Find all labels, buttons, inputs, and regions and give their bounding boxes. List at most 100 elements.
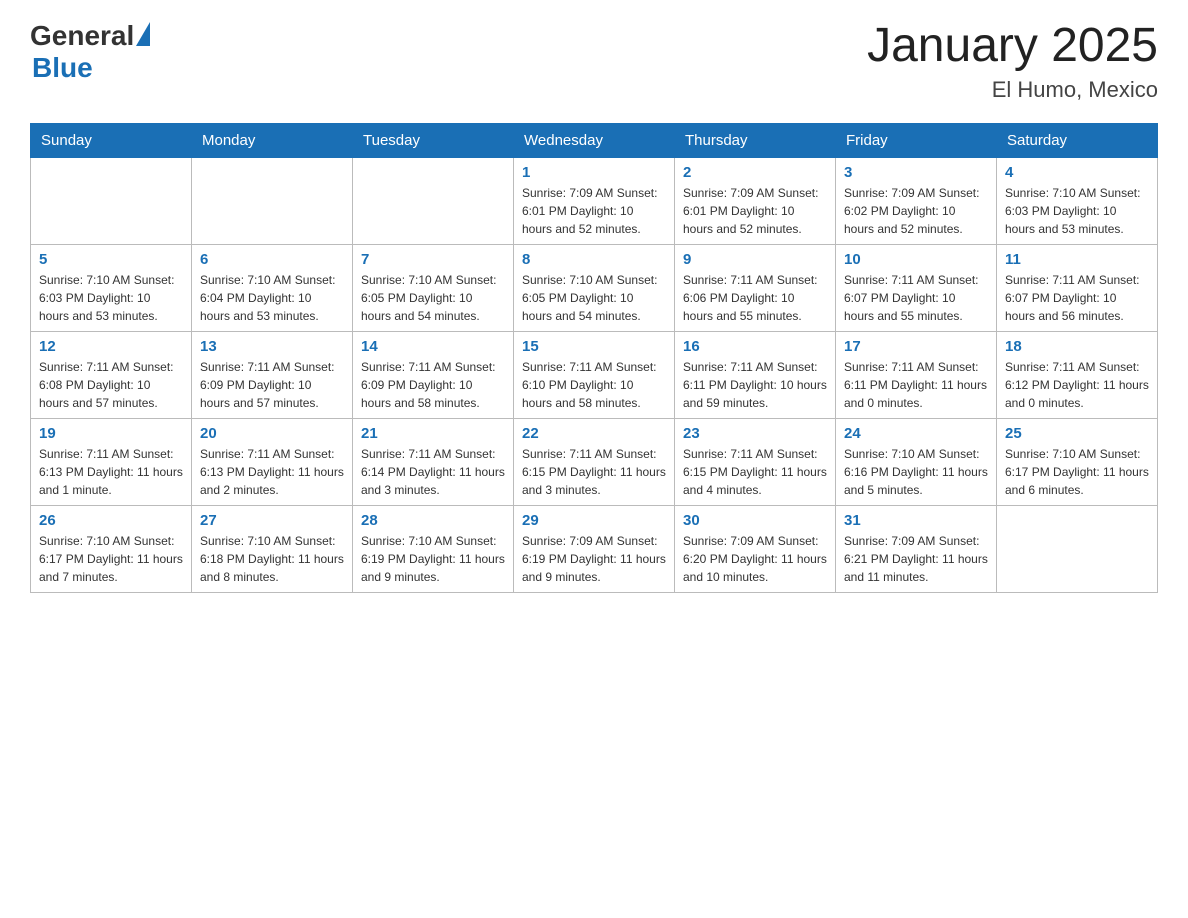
day-info: Sunrise: 7:09 AM Sunset: 6:21 PM Dayligh… — [844, 532, 988, 586]
calendar-week-row: 5 Sunrise: 7:10 AM Sunset: 6:03 PM Daylig… — [31, 244, 1158, 331]
page-header: General Blue January 2025 El Humo, Mexic… — [30, 20, 1158, 103]
calendar-table: SundayMondayTuesdayWednesdayThursdayFrid… — [30, 123, 1158, 593]
day-number: 24 — [844, 425, 988, 442]
day-number: 7 — [361, 251, 505, 268]
calendar-cell: 9 Sunrise: 7:11 AM Sunset: 6:06 PM Daylig… — [675, 244, 836, 331]
weekday-header-thursday: Thursday — [675, 123, 836, 157]
day-info: Sunrise: 7:11 AM Sunset: 6:09 PM Dayligh… — [361, 358, 505, 412]
calendar-week-row: 19 Sunrise: 7:11 AM Sunset: 6:13 PM Dayli… — [31, 418, 1158, 505]
calendar-cell: 13 Sunrise: 7:11 AM Sunset: 6:09 PM Dayli… — [192, 331, 353, 418]
calendar-subtitle: El Humo, Mexico — [867, 77, 1158, 103]
day-info: Sunrise: 7:10 AM Sunset: 6:03 PM Dayligh… — [39, 271, 183, 325]
calendar-cell: 3 Sunrise: 7:09 AM Sunset: 6:02 PM Daylig… — [836, 157, 997, 244]
day-number: 18 — [1005, 338, 1149, 355]
day-number: 5 — [39, 251, 183, 268]
day-info: Sunrise: 7:11 AM Sunset: 6:10 PM Dayligh… — [522, 358, 666, 412]
logo-triangle-icon — [136, 22, 150, 46]
calendar-cell — [192, 157, 353, 244]
day-info: Sunrise: 7:10 AM Sunset: 6:18 PM Dayligh… — [200, 532, 344, 586]
calendar-header: SundayMondayTuesdayWednesdayThursdayFrid… — [31, 123, 1158, 157]
calendar-cell: 20Sunrise: 7:11 AM Sunset: 6:13 PM Dayli… — [192, 418, 353, 505]
day-number: 11 — [1005, 251, 1149, 268]
day-info: Sunrise: 7:11 AM Sunset: 6:06 PM Dayligh… — [683, 271, 827, 325]
day-number: 14 — [361, 338, 505, 355]
calendar-cell: 15 Sunrise: 7:11 AM Sunset: 6:10 PM Dayli… — [514, 331, 675, 418]
day-info: Sunrise: 7:11 AM Sunset: 6:09 PM Dayligh… — [200, 358, 344, 412]
weekday-header-sunday: Sunday — [31, 123, 192, 157]
calendar-cell: 5 Sunrise: 7:10 AM Sunset: 6:03 PM Daylig… — [31, 244, 192, 331]
calendar-cell — [997, 505, 1158, 592]
calendar-week-row: 1 Sunrise: 7:09 AM Sunset: 6:01 PM Daylig… — [31, 157, 1158, 244]
calendar-cell: 4Sunrise: 7:10 AM Sunset: 6:03 PM Daylig… — [997, 157, 1158, 244]
calendar-cell: 24 Sunrise: 7:10 AM Sunset: 6:16 PM Dayli… — [836, 418, 997, 505]
day-number: 15 — [522, 338, 666, 355]
calendar-cell: 28 Sunrise: 7:10 AM Sunset: 6:19 PM Dayli… — [353, 505, 514, 592]
day-number: 30 — [683, 512, 827, 529]
day-info: Sunrise: 7:10 AM Sunset: 6:17 PM Dayligh… — [1005, 445, 1149, 499]
day-info: Sunrise: 7:10 AM Sunset: 6:04 PM Dayligh… — [200, 271, 344, 325]
day-number: 28 — [361, 512, 505, 529]
calendar-cell: 27Sunrise: 7:10 AM Sunset: 6:18 PM Dayli… — [192, 505, 353, 592]
calendar-cell: 8 Sunrise: 7:10 AM Sunset: 6:05 PM Daylig… — [514, 244, 675, 331]
logo: General Blue — [30, 20, 150, 84]
calendar-cell: 7 Sunrise: 7:10 AM Sunset: 6:05 PM Daylig… — [353, 244, 514, 331]
weekday-header-saturday: Saturday — [997, 123, 1158, 157]
day-number: 25 — [1005, 425, 1149, 442]
weekday-header-row: SundayMondayTuesdayWednesdayThursdayFrid… — [31, 123, 1158, 157]
day-number: 4 — [1005, 164, 1149, 181]
day-info: Sunrise: 7:11 AM Sunset: 6:14 PM Dayligh… — [361, 445, 505, 499]
calendar-cell: 16 Sunrise: 7:11 AM Sunset: 6:11 PM Dayli… — [675, 331, 836, 418]
title-block: January 2025 El Humo, Mexico — [867, 20, 1158, 103]
weekday-header-tuesday: Tuesday — [353, 123, 514, 157]
calendar-cell: 10 Sunrise: 7:11 AM Sunset: 6:07 PM Dayli… — [836, 244, 997, 331]
weekday-header-monday: Monday — [192, 123, 353, 157]
day-info: Sunrise: 7:10 AM Sunset: 6:05 PM Dayligh… — [522, 271, 666, 325]
day-info: Sunrise: 7:09 AM Sunset: 6:02 PM Dayligh… — [844, 184, 988, 238]
calendar-cell: 22Sunrise: 7:11 AM Sunset: 6:15 PM Dayli… — [514, 418, 675, 505]
logo-general-text: General — [30, 20, 134, 52]
day-info: Sunrise: 7:09 AM Sunset: 6:01 PM Dayligh… — [522, 184, 666, 238]
day-number: 3 — [844, 164, 988, 181]
day-number: 16 — [683, 338, 827, 355]
day-number: 23 — [683, 425, 827, 442]
calendar-cell: 1 Sunrise: 7:09 AM Sunset: 6:01 PM Daylig… — [514, 157, 675, 244]
day-number: 9 — [683, 251, 827, 268]
day-info: Sunrise: 7:11 AM Sunset: 6:13 PM Dayligh… — [39, 445, 183, 499]
calendar-week-row: 26Sunrise: 7:10 AM Sunset: 6:17 PM Dayli… — [31, 505, 1158, 592]
calendar-cell: 23 Sunrise: 7:11 AM Sunset: 6:15 PM Dayli… — [675, 418, 836, 505]
day-info: Sunrise: 7:11 AM Sunset: 6:11 PM Dayligh… — [844, 358, 988, 412]
day-info: Sunrise: 7:11 AM Sunset: 6:07 PM Dayligh… — [1005, 271, 1149, 325]
calendar-cell: 14 Sunrise: 7:11 AM Sunset: 6:09 PM Dayli… — [353, 331, 514, 418]
calendar-cell: 11 Sunrise: 7:11 AM Sunset: 6:07 PM Dayli… — [997, 244, 1158, 331]
day-number: 1 — [522, 164, 666, 181]
day-number: 10 — [844, 251, 988, 268]
calendar-cell: 18 Sunrise: 7:11 AM Sunset: 6:12 PM Dayli… — [997, 331, 1158, 418]
day-info: Sunrise: 7:11 AM Sunset: 6:15 PM Dayligh… — [683, 445, 827, 499]
day-number: 19 — [39, 425, 183, 442]
day-number: 21 — [361, 425, 505, 442]
day-number: 31 — [844, 512, 988, 529]
calendar-cell: 21 Sunrise: 7:11 AM Sunset: 6:14 PM Dayli… — [353, 418, 514, 505]
day-info: Sunrise: 7:10 AM Sunset: 6:05 PM Dayligh… — [361, 271, 505, 325]
day-info: Sunrise: 7:11 AM Sunset: 6:11 PM Dayligh… — [683, 358, 827, 412]
calendar-cell: 6 Sunrise: 7:10 AM Sunset: 6:04 PM Daylig… — [192, 244, 353, 331]
calendar-body: 1 Sunrise: 7:09 AM Sunset: 6:01 PM Daylig… — [31, 157, 1158, 592]
calendar-cell: 29 Sunrise: 7:09 AM Sunset: 6:19 PM Dayli… — [514, 505, 675, 592]
calendar-cell: 26Sunrise: 7:10 AM Sunset: 6:17 PM Dayli… — [31, 505, 192, 592]
day-info: Sunrise: 7:10 AM Sunset: 6:19 PM Dayligh… — [361, 532, 505, 586]
weekday-header-friday: Friday — [836, 123, 997, 157]
day-info: Sunrise: 7:11 AM Sunset: 6:13 PM Dayligh… — [200, 445, 344, 499]
day-number: 6 — [200, 251, 344, 268]
day-number: 2 — [683, 164, 827, 181]
day-info: Sunrise: 7:09 AM Sunset: 6:19 PM Dayligh… — [522, 532, 666, 586]
day-info: Sunrise: 7:11 AM Sunset: 6:12 PM Dayligh… — [1005, 358, 1149, 412]
day-info: Sunrise: 7:10 AM Sunset: 6:17 PM Dayligh… — [39, 532, 183, 586]
day-number: 8 — [522, 251, 666, 268]
day-info: Sunrise: 7:11 AM Sunset: 6:07 PM Dayligh… — [844, 271, 988, 325]
day-number: 29 — [522, 512, 666, 529]
day-info: Sunrise: 7:10 AM Sunset: 6:16 PM Dayligh… — [844, 445, 988, 499]
day-number: 13 — [200, 338, 344, 355]
day-info: Sunrise: 7:11 AM Sunset: 6:15 PM Dayligh… — [522, 445, 666, 499]
calendar-cell — [353, 157, 514, 244]
calendar-cell: 12Sunrise: 7:11 AM Sunset: 6:08 PM Dayli… — [31, 331, 192, 418]
